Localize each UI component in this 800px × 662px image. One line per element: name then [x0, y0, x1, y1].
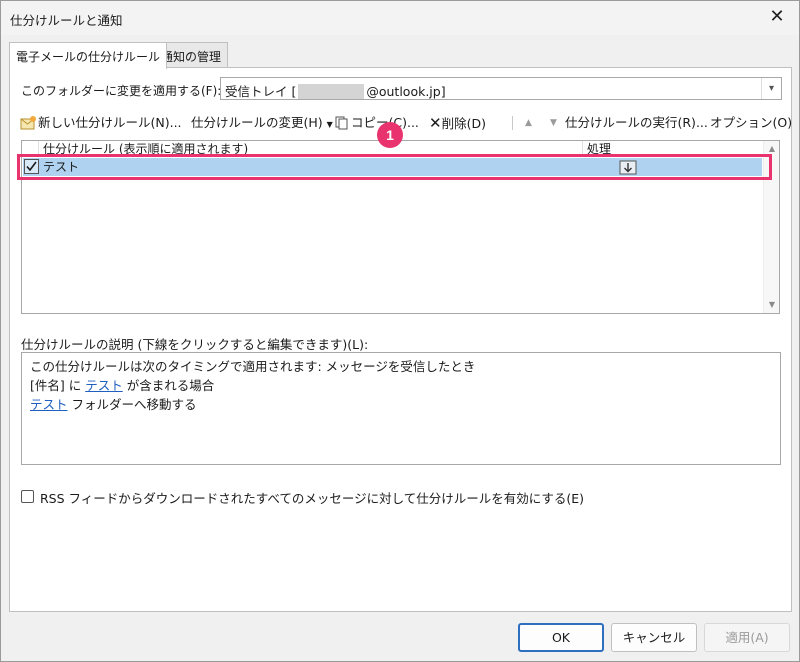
new-rule-label: 新しい仕分けルール(N)... — [38, 115, 182, 130]
apply-button[interactable]: 適用(A) — [704, 623, 790, 652]
rules-panel: このフォルダーに変更を適用する(F): 受信トレイ [ @outlook.jp] … — [9, 67, 792, 612]
action-suffix: フォルダーへ移動する — [67, 397, 197, 412]
rule-description: この仕分けルールは次のタイミングで適用されます: メッセージを受信したとき [件… — [21, 352, 781, 465]
ok-button[interactable]: OK — [518, 623, 604, 652]
rules-toolbar: 新しい仕分けルール(N)... 仕分けルールの変更(H) ▼ コピー(C)...… — [20, 113, 792, 136]
chevron-down-icon[interactable]: ▾ — [761, 78, 781, 99]
delete-icon: ✕ — [429, 114, 442, 132]
delete-label: 削除(D) — [441, 116, 486, 131]
cancel-button[interactable]: キャンセル — [611, 623, 697, 652]
toolbar-divider — [512, 116, 513, 130]
folder-select[interactable]: 受信トレイ [ @outlook.jp] ▾ — [220, 77, 782, 100]
new-rule-button[interactable]: 新しい仕分けルール(N)... — [20, 113, 182, 133]
description-line-1: この仕分けルールは次のタイミングで適用されます: メッセージを受信したとき — [30, 359, 476, 374]
close-icon[interactable]: ✕ — [767, 7, 787, 27]
rule-enabled-checkbox[interactable] — [24, 159, 39, 174]
folder-label: このフォルダーに変更を適用する(F): — [21, 84, 222, 98]
folder-value: 受信トレイ [ @outlook.jp] — [225, 81, 446, 100]
scroll-up-icon[interactable]: ▲ — [764, 141, 780, 157]
description-label: 仕分けルールの説明 (下線をクリックすると編集できます)(L): — [21, 337, 369, 352]
condition-keyword-link[interactable]: テスト — [85, 378, 123, 393]
rule-list-scrollbar[interactable]: ▲ ▼ — [763, 141, 779, 313]
rss-checkbox[interactable] — [21, 490, 34, 503]
step-callout-badge: 1 — [377, 122, 403, 148]
column-action[interactable]: 処理 — [582, 141, 763, 157]
change-rule-button[interactable]: 仕分けルールの変更(H) ▼ — [191, 113, 333, 133]
move-up-icon[interactable]: ▲ — [525, 113, 532, 133]
target-folder-link[interactable]: テスト — [30, 397, 68, 412]
folder-value-prefix: 受信トレイ [ — [225, 84, 297, 99]
description-line-3: テスト フォルダーへ移動する — [30, 395, 772, 414]
title-bar: 仕分けルールと通知 ✕ — [1, 1, 799, 35]
options-button[interactable]: オプション(O) — [710, 113, 792, 133]
description-line-2: [件名] に テスト が含まれる場合 — [30, 376, 772, 395]
copy-icon — [335, 116, 349, 136]
rules-dialog: 仕分けルールと通知 ✕ 電子メールの仕分けルール 通知の管理 このフォルダーに変… — [0, 0, 800, 662]
folder-value-suffix: @outlook.jp] — [366, 84, 446, 99]
rule-name: テスト — [43, 160, 80, 174]
tab-email-rules[interactable]: 電子メールの仕分けルール — [9, 42, 168, 69]
dropdown-caret-icon: ▼ — [326, 120, 333, 129]
move-down-icon[interactable]: ▼ — [550, 113, 557, 133]
change-rule-label: 仕分けルールの変更(H) — [191, 115, 323, 130]
redacted-account — [298, 84, 365, 99]
delete-rule-button[interactable]: ✕削除(D) — [429, 113, 486, 133]
checkmark-icon — [26, 161, 37, 172]
scroll-down-icon[interactable]: ▼ — [764, 297, 780, 313]
new-rule-icon — [20, 116, 36, 136]
run-rules-button[interactable]: 仕分けルールの実行(R)... — [565, 113, 708, 133]
move-to-folder-icon — [619, 159, 637, 175]
rule-list[interactable]: 仕分けルール (表示順に適用されます) 処理 テスト ▲ ▼ — [21, 140, 780, 314]
rss-label: RSS フィードからダウンロードされたすべてのメッセージに対して仕分けルールを有… — [40, 491, 585, 506]
condition-suffix: が含まれる場合 — [122, 378, 215, 393]
condition-prefix: [件名] に — [30, 378, 86, 393]
rule-row[interactable]: テスト — [23, 158, 762, 176]
window-title: 仕分けルールと通知 — [10, 13, 123, 28]
column-rule-name[interactable]: 仕分けルール (表示順に適用されます) — [38, 141, 582, 157]
